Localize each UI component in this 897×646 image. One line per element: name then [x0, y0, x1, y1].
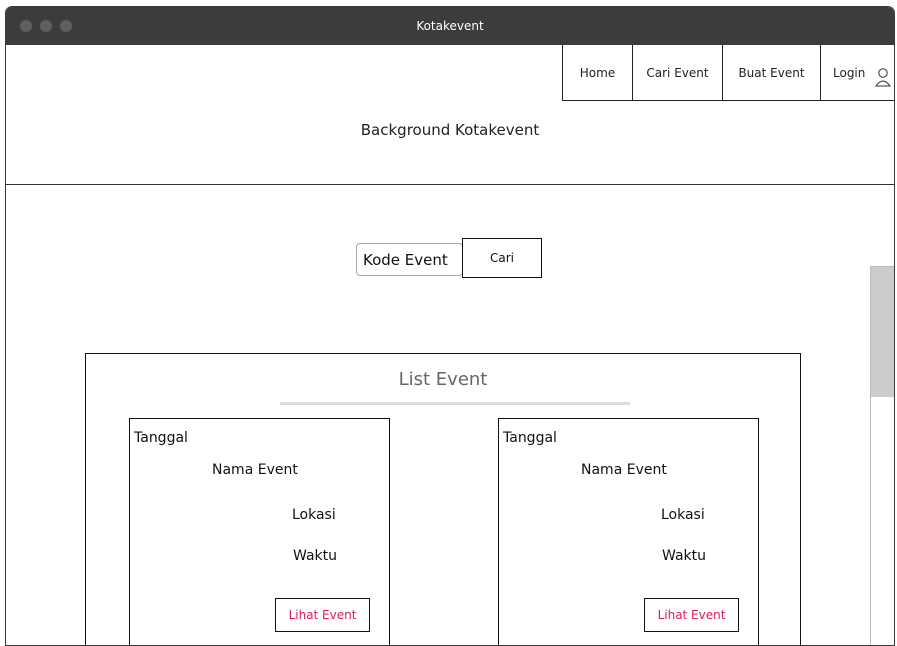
nav-cari-event[interactable]: Cari Event [633, 45, 723, 100]
event-name: Nama Event [581, 462, 667, 478]
event-location: Lokasi [661, 507, 705, 523]
event-name: Nama Event [212, 462, 298, 478]
nav-home[interactable]: Home [563, 45, 633, 100]
event-date: Tanggal [134, 430, 188, 446]
nav-login-label: Login [833, 65, 866, 80]
window-title: Kotakevent [416, 19, 484, 33]
view-event-button[interactable]: Lihat Event [275, 598, 370, 632]
event-time: Waktu [293, 548, 337, 564]
nav-home-label: Home [579, 65, 616, 80]
event-list-panel: List Event Tanggal Nama Event Lokasi Wak… [85, 353, 801, 645]
event-card: Tanggal Nama Event Lokasi Waktu Lihat Ev… [129, 418, 390, 645]
app-window: Kotakevent Home Cari Event Buat Event Lo… [5, 6, 895, 646]
scrollbar-thumb[interactable] [871, 267, 894, 397]
nav-buat-event-label: Buat Event [738, 65, 805, 80]
user-icon [875, 68, 891, 87]
title-bar: Kotakevent [6, 7, 894, 45]
nav-cari-event-label: Cari Event [646, 65, 709, 80]
top-navigation: Home Cari Event Buat Event Login [562, 45, 894, 101]
vertical-scrollbar[interactable] [870, 266, 894, 645]
page-header: Home Cari Event Buat Event Login Backgro… [6, 45, 894, 185]
event-card: Tanggal Nama Event Lokasi Waktu Lihat Ev… [498, 418, 759, 645]
event-code-input[interactable]: Kode Event [356, 243, 463, 276]
nav-buat-event[interactable]: Buat Event [723, 45, 821, 100]
background-placeholder-label: Background Kotakevent [360, 121, 540, 139]
list-title-divider [280, 402, 630, 405]
event-date: Tanggal [503, 430, 557, 446]
view-event-button[interactable]: Lihat Event [644, 598, 739, 632]
event-location: Lokasi [292, 507, 336, 523]
list-title: List Event [398, 369, 488, 390]
event-time: Waktu [662, 548, 706, 564]
main-content: Kode Event Cari List Event Tanggal Nama … [6, 186, 894, 645]
nav-login[interactable]: Login [821, 45, 894, 100]
search-button[interactable]: Cari [462, 238, 542, 278]
